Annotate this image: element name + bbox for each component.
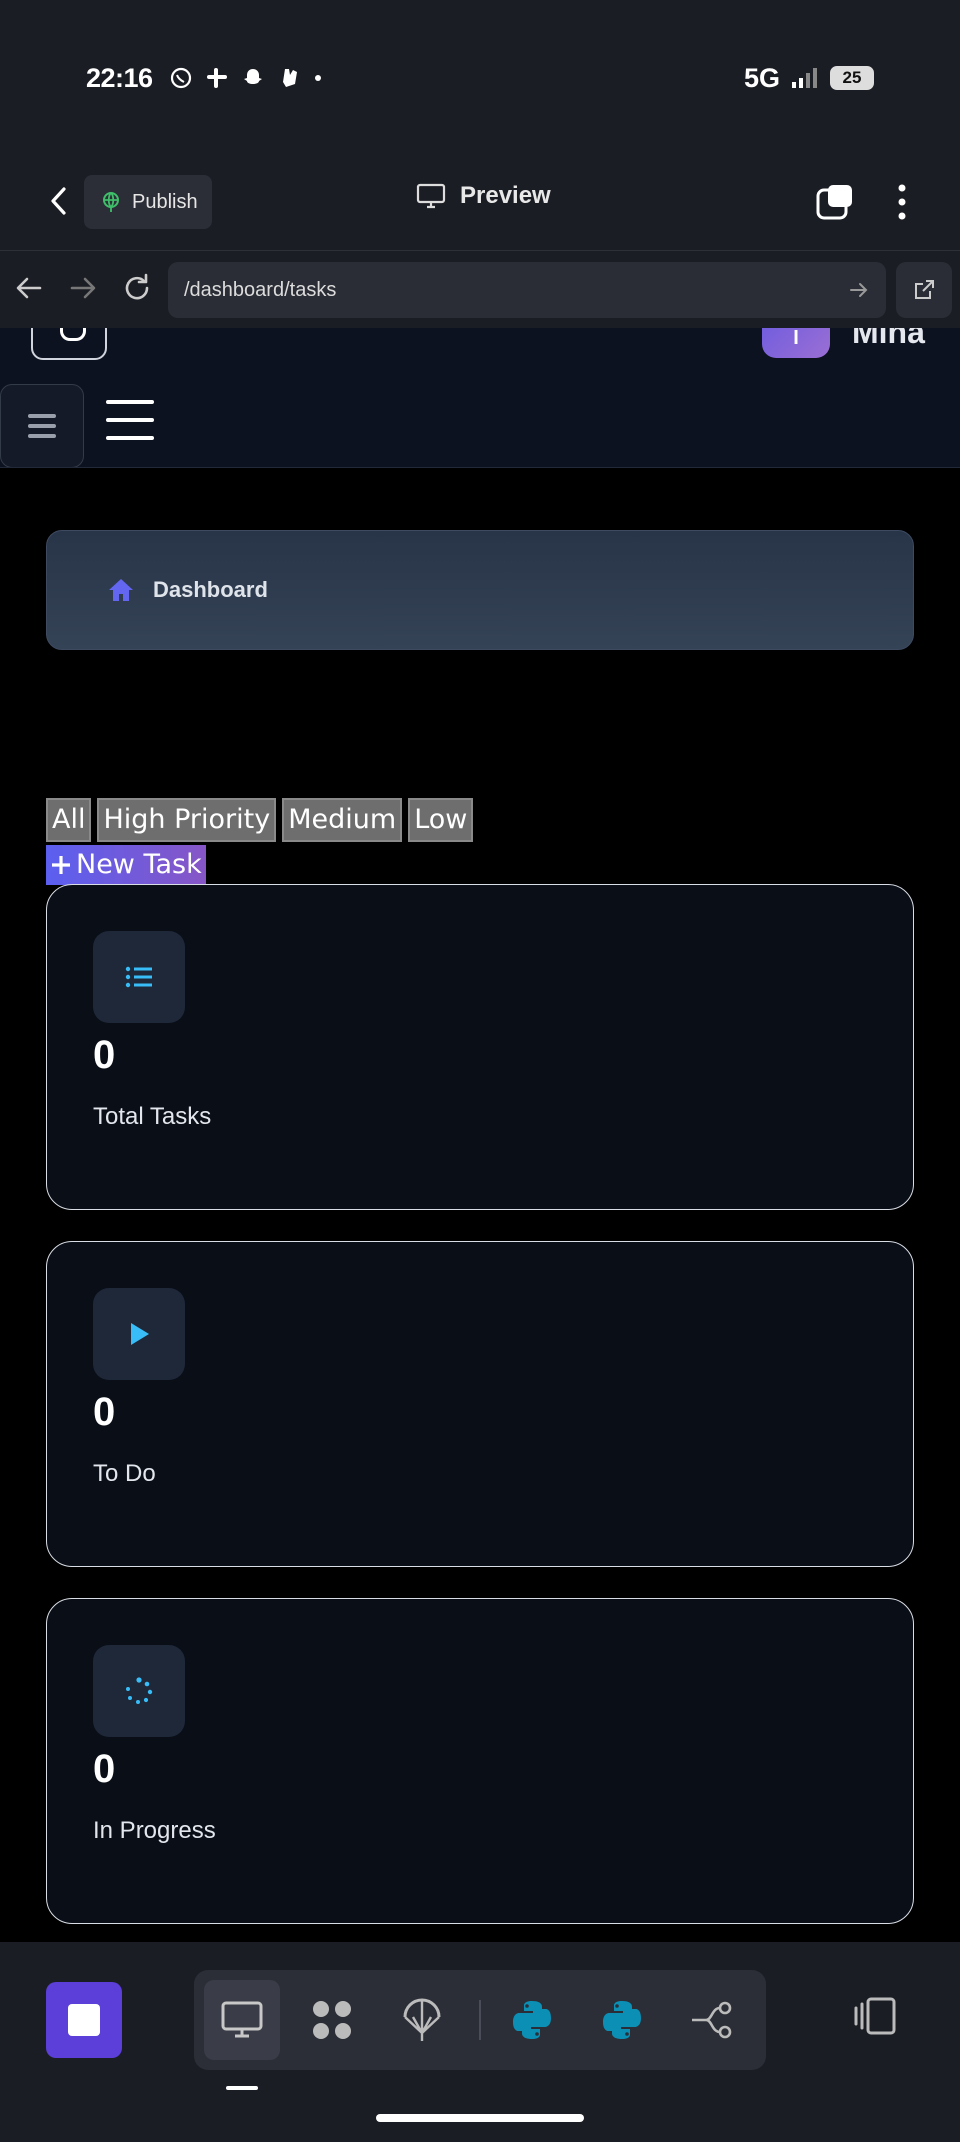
stat-value: 0 bbox=[93, 1390, 116, 1434]
browser-toolbar: /dashboard/tasks bbox=[0, 250, 960, 328]
deliveroo-icon bbox=[282, 69, 297, 87]
status-right: 5G 25 bbox=[744, 63, 874, 94]
signal-icon bbox=[792, 68, 817, 88]
user-avatar[interactable]: I bbox=[762, 328, 830, 358]
filter-medium-button[interactable]: Medium bbox=[282, 798, 403, 842]
git-branch-button[interactable] bbox=[674, 1980, 750, 2060]
filter-all-button[interactable]: All bbox=[46, 798, 92, 842]
hamburger-line bbox=[28, 434, 56, 438]
new-task-label: New Task bbox=[76, 849, 202, 880]
username[interactable]: Mina bbox=[852, 328, 925, 351]
menu-hamburger-icon[interactable] bbox=[106, 400, 154, 440]
more-options-icon[interactable] bbox=[890, 182, 914, 222]
stat-label: Total Tasks bbox=[93, 1103, 212, 1130]
tabs-switcher-icon[interactable] bbox=[816, 184, 854, 220]
preview-label: Preview bbox=[460, 182, 551, 209]
active-tab-indicator bbox=[226, 2086, 258, 2090]
publish-label: Publish bbox=[132, 190, 198, 213]
stat-value: 0 bbox=[93, 1033, 116, 1077]
network-label: 5G bbox=[743, 62, 780, 93]
slack-icon bbox=[206, 68, 227, 88]
browser-forward-icon[interactable] bbox=[66, 271, 100, 305]
status-time: 22:16 bbox=[86, 62, 153, 93]
url-text: /dashboard/tasks bbox=[184, 278, 337, 301]
new-task-button[interactable]: New Task bbox=[46, 845, 206, 885]
notification-icons bbox=[169, 66, 323, 90]
parachute-icon bbox=[403, 1998, 441, 2041]
stat-value: 0 bbox=[93, 1747, 116, 1791]
side-panel-icon[interactable] bbox=[852, 1996, 898, 2036]
spinner-icon bbox=[126, 1677, 153, 1704]
home-icon[interactable] bbox=[107, 577, 135, 603]
puzzle-grid-icon bbox=[313, 2001, 351, 2039]
python-icon bbox=[603, 2001, 641, 2039]
site-navbar: I Mina bbox=[0, 328, 960, 468]
dot-icon bbox=[314, 75, 321, 81]
python-tab-2[interactable] bbox=[584, 1980, 660, 2060]
stat-label: To Do bbox=[93, 1460, 156, 1487]
integrations-button[interactable] bbox=[294, 1980, 370, 2060]
breadcrumb: Dashboard bbox=[46, 530, 914, 650]
hamburger-line bbox=[106, 418, 154, 422]
stat-card-total-tasks: 0 Total Tasks bbox=[46, 884, 914, 1210]
top-chrome: 22:16 5G 25 Publish Preview bbox=[0, 0, 960, 250]
breadcrumb-dashboard[interactable]: Dashboard bbox=[153, 577, 268, 603]
monitor-icon bbox=[221, 2001, 263, 2038]
open-external-button[interactable] bbox=[896, 262, 952, 318]
go-arrow-icon[interactable] bbox=[848, 279, 870, 301]
url-bar[interactable]: /dashboard/tasks bbox=[168, 262, 886, 318]
stat-label: In Progress bbox=[93, 1817, 216, 1844]
deploy-button[interactable] bbox=[384, 1980, 460, 2060]
external-link-icon bbox=[915, 280, 934, 299]
python-icon bbox=[513, 2001, 551, 2039]
publish-button[interactable]: Publish bbox=[84, 175, 212, 229]
bottom-toolbar bbox=[0, 1942, 960, 2142]
stat-icon-box bbox=[93, 1645, 185, 1737]
back-chevron-icon[interactable] bbox=[42, 184, 76, 218]
monitor-icon bbox=[416, 183, 446, 209]
hamburger-line bbox=[106, 400, 154, 404]
desktop-preview-button[interactable] bbox=[204, 1980, 280, 2060]
battery-indicator: 25 bbox=[830, 66, 874, 90]
branch-icon bbox=[692, 2001, 732, 2039]
site-logo[interactable] bbox=[31, 328, 107, 360]
stat-icon-box bbox=[93, 1288, 185, 1380]
globe-icon bbox=[103, 192, 119, 212]
stat-icon-box bbox=[93, 931, 185, 1023]
tool-separator bbox=[479, 2000, 481, 2040]
sidebar-toggle-button[interactable] bbox=[0, 384, 84, 467]
browser-back-icon[interactable] bbox=[12, 271, 46, 305]
avatar-initial: I bbox=[793, 328, 799, 349]
python-tab-1[interactable] bbox=[494, 1980, 570, 2060]
hamburger-line bbox=[28, 414, 56, 418]
stat-card-in-progress: 0 In Progress bbox=[46, 1598, 914, 1924]
app-header: Publish Preview bbox=[0, 170, 960, 232]
tool-group bbox=[194, 1970, 766, 2070]
reload-icon[interactable] bbox=[120, 271, 154, 305]
filter-high-priority-button[interactable]: High Priority bbox=[97, 798, 277, 842]
status-bar: 22:16 5G 25 bbox=[86, 58, 874, 98]
hamburger-line bbox=[28, 424, 56, 428]
whatsapp-icon bbox=[170, 67, 191, 89]
preview-button[interactable]: Preview bbox=[416, 182, 551, 210]
list-icon bbox=[125, 966, 152, 988]
stat-card-to-do: 0 To Do bbox=[46, 1241, 914, 1567]
stop-icon bbox=[68, 2004, 100, 2036]
filter-low-button[interactable]: Low bbox=[408, 798, 474, 842]
plus-icon bbox=[52, 856, 70, 874]
snapchat-icon bbox=[243, 69, 262, 84]
stop-button[interactable] bbox=[46, 1982, 122, 2058]
priority-filters: All High Priority Medium Low bbox=[46, 798, 474, 842]
play-icon bbox=[131, 1323, 149, 1345]
home-indicator[interactable] bbox=[376, 2114, 584, 2122]
hamburger-line bbox=[106, 436, 154, 440]
